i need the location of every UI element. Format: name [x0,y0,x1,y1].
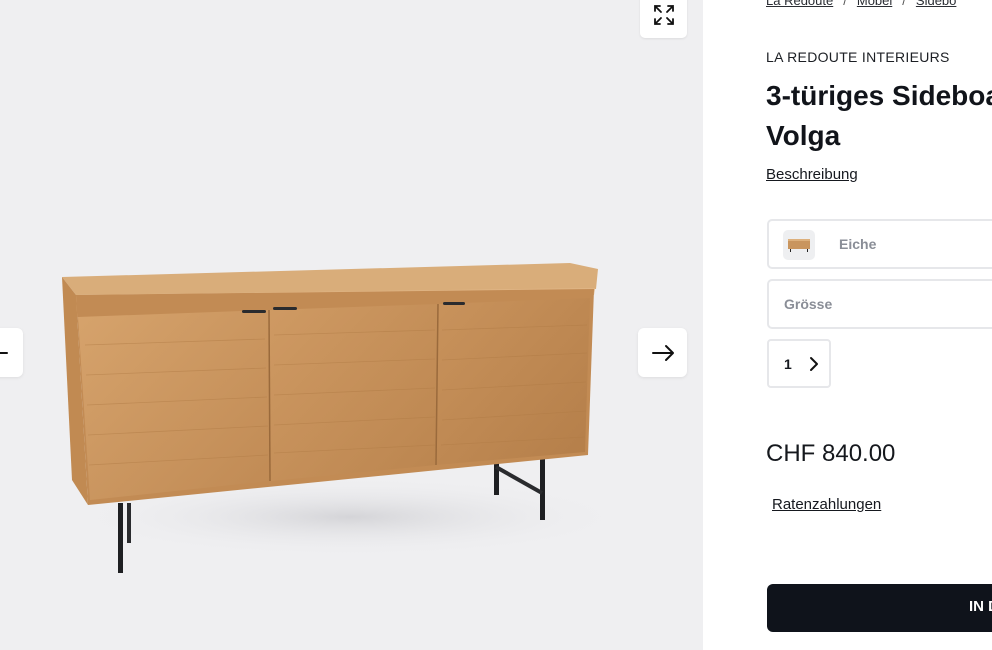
variant-swatch [783,230,815,260]
arrow-left-icon [0,351,8,354]
next-image-button[interactable] [638,328,687,377]
description-link[interactable]: Beschreibung [766,166,858,183]
quantity-stepper[interactable]: 1 [767,339,831,388]
breadcrumb-item-home[interactable]: La Redoute [766,0,833,8]
expand-icon [653,5,674,25]
quantity-increase-button[interactable] [805,354,823,374]
chevron-right-icon [810,357,818,371]
breadcrumb-separator: / [902,0,906,8]
breadcrumb-item-furniture[interactable]: Möbel [857,0,892,8]
product-brand[interactable]: LA REDOUTE INTERIEURS [766,49,950,65]
quantity-value: 1 [784,356,792,372]
installments-link[interactable]: Ratenzahlungen [772,496,881,513]
sideboard-thumbnail-icon [788,239,810,252]
breadcrumb-separator: / [843,0,847,8]
size-placeholder: Grösse [784,296,833,312]
variant-label: Eiche [839,236,877,252]
arrow-right-icon [651,344,674,361]
previous-image-button[interactable] [0,328,23,377]
add-to-cart-button[interactable]: IN D [767,584,992,632]
product-title: 3-türiges Sideboard Volga [766,80,992,151]
product-gallery [0,0,703,650]
fullscreen-button[interactable] [640,0,687,38]
product-info-panel: La Redoute / Möbel / Sidebo LA REDOUTE INTER… [703,0,992,650]
size-select[interactable]: Grösse [767,279,992,329]
breadcrumb-item-sideboards[interactable]: Sidebo [916,0,956,8]
breadcrumb: La Redoute / Möbel / Sidebo [766,0,956,8]
color-variant-select[interactable]: Eiche [767,219,992,269]
add-to-cart-label: IN D [969,598,992,615]
product-price: CHF 840.00 [766,440,896,467]
product-image[interactable] [50,255,610,585]
